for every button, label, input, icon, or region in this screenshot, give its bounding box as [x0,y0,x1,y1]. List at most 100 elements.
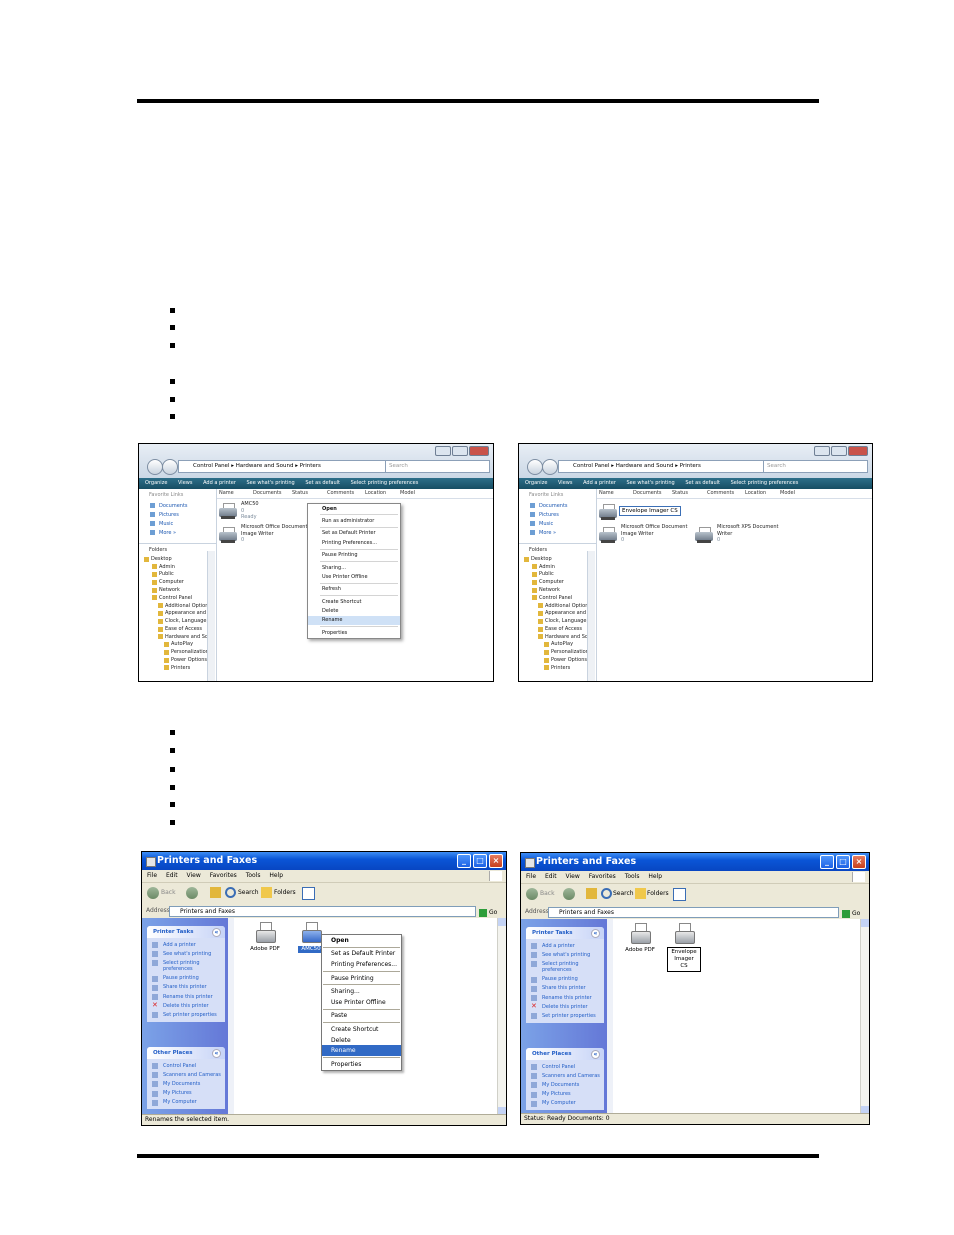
link-more[interactable]: More » [139,528,216,537]
forward-icon[interactable] [162,459,178,475]
task-delete-printer[interactable]: Delete this printer [147,1001,225,1010]
task-see-printing[interactable]: See what's printing [526,950,604,959]
menu-edit[interactable]: Edit [545,873,557,880]
task-share-printer[interactable]: Share this printer [147,983,225,992]
menu-use-offline[interactable]: Use Printer Offline [308,572,400,581]
link-documents[interactable]: Documents [139,501,216,510]
column-status[interactable]: Status [672,490,688,496]
place-scanners[interactable]: Scanners and Cameras [147,1070,225,1079]
place-control-panel[interactable]: Control Panel [526,1062,604,1071]
menu-pause-printing[interactable]: Pause Printing [308,551,400,560]
address-bar[interactable]: Control Panel ▸ Hardware and Sound ▸ Pri… [558,460,766,473]
task-share-printer[interactable]: Share this printer [526,984,604,993]
column-comments[interactable]: Comments [707,490,734,496]
folders-header[interactable]: Folders [519,543,596,555]
column-location[interactable]: Location [365,490,386,496]
menu-refresh[interactable]: Refresh [308,585,400,594]
window-controls[interactable]: _ □ × [820,855,866,869]
column-comments[interactable]: Comments [327,490,354,496]
place-my-pictures[interactable]: My Pictures [147,1089,225,1098]
menu-properties[interactable]: Properties [308,628,400,637]
folders-header[interactable]: Folders [139,543,216,555]
up-folder-icon[interactable] [586,888,597,899]
back-button[interactable]: Back [540,890,555,897]
search-icon[interactable] [225,887,236,898]
task-select-preferences[interactable]: Select printing preferences [526,959,592,974]
menu-help[interactable]: Help [648,873,662,880]
menu-printing-preferences[interactable]: Printing Preferences... [322,959,401,970]
back-icon[interactable] [147,887,159,899]
printer-tasks-title[interactable]: Printer Tasks [147,926,225,938]
place-my-pictures[interactable]: My Pictures [526,1090,604,1099]
menu-create-shortcut[interactable]: Create Shortcut [308,597,400,606]
menu-open[interactable]: Open [308,504,400,513]
back-icon[interactable] [147,459,163,475]
see-printing-button[interactable]: See what's printing [626,480,674,486]
window-controls[interactable] [435,446,489,456]
menu-help[interactable]: Help [269,872,283,879]
link-pictures[interactable]: Pictures [139,510,216,519]
back-icon[interactable] [527,459,543,475]
menu-run-as-admin[interactable]: Run as administrator [308,516,400,525]
task-add-printer[interactable]: Add a printer [147,940,225,949]
link-documents[interactable]: Documents [519,501,596,510]
menu-file[interactable]: File [147,872,157,879]
printer-envelope-imager[interactable]: Envelope Imager CS [667,923,701,972]
menu-view[interactable]: View [187,872,201,879]
tree-scrollbar[interactable] [207,551,215,681]
organize-button[interactable]: Organize [145,480,167,486]
menu-paste[interactable]: Paste [322,1011,401,1022]
column-name[interactable]: Name [219,490,234,496]
search-button[interactable]: Search [238,889,259,896]
search-input[interactable]: Search [763,460,868,473]
forward-icon[interactable] [542,459,558,475]
menu-use-offline[interactable]: Use Printer Offline [322,997,401,1008]
task-rename-printer[interactable]: Rename this printer [147,992,225,1001]
menu-pause-printing[interactable]: Pause Printing [322,973,401,984]
menu-favorites[interactable]: Favorites [210,872,237,879]
task-pause-printing[interactable]: Pause printing [526,975,604,984]
menu-properties[interactable]: Properties [322,1059,401,1070]
folders-button[interactable]: Folders [274,889,296,896]
up-folder-icon[interactable] [210,887,221,898]
menu-set-default[interactable]: Set as Default Printer [322,949,401,960]
task-see-printing[interactable]: See what's printing [147,949,225,958]
back-button[interactable]: Back [161,889,176,896]
see-printing-button[interactable]: See what's printing [246,480,294,486]
view-scrollbar[interactable] [860,919,869,1114]
place-control-panel[interactable]: Control Panel [147,1061,225,1070]
menu-delete[interactable]: Delete [322,1035,401,1046]
column-model[interactable]: Model [400,490,415,496]
add-printer-button[interactable]: Add a printer [583,480,616,486]
menu-file[interactable]: File [526,873,536,880]
menu-favorites[interactable]: Favorites [589,873,616,880]
task-add-printer[interactable]: Add a printer [526,941,604,950]
column-documents[interactable]: Documents [253,490,282,496]
menu-printing-preferences[interactable]: Printing Preferences... [308,538,400,547]
task-rename-printer[interactable]: Rename this printer [526,993,604,1002]
address-bar[interactable]: Control Panel ▸ Hardware and Sound ▸ Pri… [178,460,386,473]
place-my-documents[interactable]: My Documents [526,1080,604,1089]
menu-tools[interactable]: Tools [246,872,261,879]
address-input[interactable]: Printers and Faxes [169,906,476,917]
column-name[interactable]: Name [599,490,614,496]
tree-scrollbar[interactable] [587,551,595,681]
rename-input[interactable]: Envelope Imager CS [619,506,681,516]
views-icon[interactable] [302,887,315,900]
rename-input[interactable]: Envelope Imager CS [667,947,701,972]
place-my-documents[interactable]: My Documents [147,1079,225,1088]
column-status[interactable]: Status [292,490,308,496]
folders-icon[interactable] [261,887,272,898]
menu-create-shortcut[interactable]: Create Shortcut [322,1024,401,1035]
search-button[interactable]: Search [613,890,634,897]
column-documents[interactable]: Documents [633,490,662,496]
place-my-computer[interactable]: My Computer [147,1098,225,1107]
views-button[interactable]: Views [178,480,192,486]
task-set-properties[interactable]: Set printer properties [147,1010,225,1019]
back-icon[interactable] [526,888,538,900]
folders-icon[interactable] [635,888,646,899]
views-button[interactable]: Views [558,480,572,486]
address-input[interactable]: Printers and Faxes [548,907,839,918]
window-controls[interactable]: _ □ × [457,854,503,868]
set-default-button[interactable]: Set as default [685,480,720,486]
